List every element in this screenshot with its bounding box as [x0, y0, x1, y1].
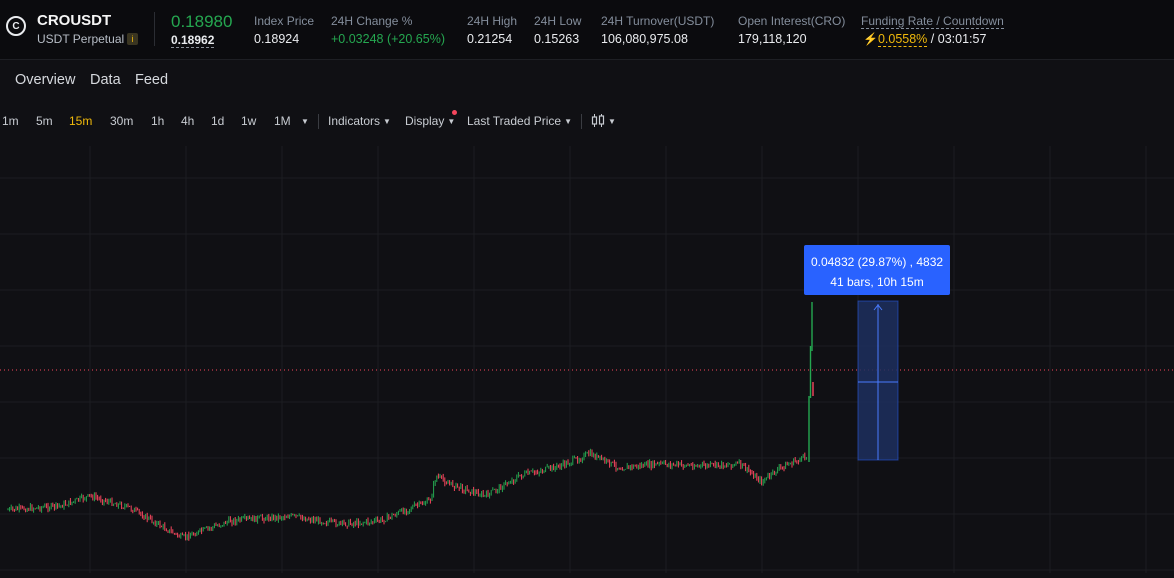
- candlestick-chart[interactable]: [0, 146, 1174, 573]
- change-label: 24H Change %: [331, 14, 413, 28]
- timeframe-30m[interactable]: 30m: [110, 114, 133, 128]
- open-interest-value: 179,118,120: [738, 32, 807, 46]
- turnover-label: 24H Turnover(USDT): [601, 14, 715, 28]
- high-label: 24H High: [467, 14, 518, 28]
- indicators-button[interactable]: Indicators ▼: [328, 114, 391, 128]
- index-price-label: Index Price: [254, 14, 315, 28]
- timeframe-15m[interactable]: 15m: [69, 114, 92, 128]
- low-label: 24H Low: [534, 14, 582, 28]
- funding-value: ⚡0.0558% / 03:01:57: [863, 32, 987, 47]
- measure-tooltip-change: 0.04832 (29.87%) , 4832: [810, 255, 944, 269]
- info-icon[interactable]: i: [127, 33, 138, 45]
- measure-tooltip: 0.04832 (29.87%) , 4832 41 bars, 10h 15m: [804, 245, 950, 295]
- bolt-icon: ⚡: [863, 32, 878, 46]
- funding-separator: /: [930, 32, 935, 46]
- measure-tooltip-bars: 41 bars, 10h 15m: [830, 275, 924, 289]
- candles: [7, 302, 814, 541]
- price-chart[interactable]: [0, 146, 1174, 573]
- candlestick-icon[interactable]: ▼: [591, 114, 616, 128]
- cro-logo-icon: C: [6, 16, 26, 36]
- toolbar-divider: [581, 114, 582, 129]
- chevron-down-icon: ▼: [383, 117, 391, 126]
- change-value: +0.03248 (+20.65%): [331, 32, 445, 46]
- timeframe-1M[interactable]: 1M: [274, 114, 291, 128]
- index-price-value: 0.18924: [254, 32, 300, 46]
- price-type-select[interactable]: Last Traded Price ▼: [467, 114, 572, 128]
- tab-data[interactable]: Data: [90, 72, 121, 88]
- display-button[interactable]: Display ▼: [405, 114, 455, 128]
- timeframe-more-caret-icon[interactable]: ▼: [298, 114, 309, 128]
- chart-grid: [0, 146, 1174, 573]
- chevron-down-icon: ▼: [608, 117, 616, 126]
- low-value: 0.15263: [534, 32, 580, 46]
- chevron-down-icon: ▼: [564, 117, 572, 126]
- open-interest-label: Open Interest(CRO): [738, 14, 846, 28]
- timeframe-1m[interactable]: 1m: [2, 114, 19, 128]
- turnover-value: 106,080,975.08: [601, 32, 688, 46]
- mark-price[interactable]: 0.18962: [171, 33, 215, 48]
- toolbar-divider: [318, 114, 319, 129]
- funding-rate[interactable]: 0.0558%: [877, 32, 928, 47]
- timeframe-4h[interactable]: 4h: [181, 114, 194, 128]
- tab-feed[interactable]: Feed: [135, 72, 168, 88]
- high-value: 0.21254: [467, 32, 513, 46]
- tab-overview[interactable]: Overview: [15, 72, 75, 88]
- timeframe-1d[interactable]: 1d: [211, 114, 224, 128]
- timeframe-5m[interactable]: 5m: [36, 114, 53, 128]
- last-price: 0.18980: [171, 12, 233, 31]
- timeframe-1h[interactable]: 1h: [151, 114, 164, 128]
- chevron-down-icon: ▼: [447, 117, 456, 126]
- contract-type-label: USDT Perpetual: [37, 32, 125, 46]
- header-divider: [154, 12, 155, 46]
- funding-label[interactable]: Funding Rate / Countdown: [861, 14, 1004, 29]
- symbol-title[interactable]: CROUSDT: [37, 12, 111, 29]
- notification-dot: [452, 110, 457, 115]
- timeframe-1w[interactable]: 1w: [241, 114, 256, 128]
- chart-toolbar: 1m 5m 15m 30m 1h 4h 1d 1w 1M ▼ Indicator…: [0, 111, 1174, 131]
- funding-countdown: 03:01:57: [937, 32, 987, 46]
- ticker-header: C CROUSDT USDT Perpetual i 0.18980 0.189…: [0, 0, 1174, 60]
